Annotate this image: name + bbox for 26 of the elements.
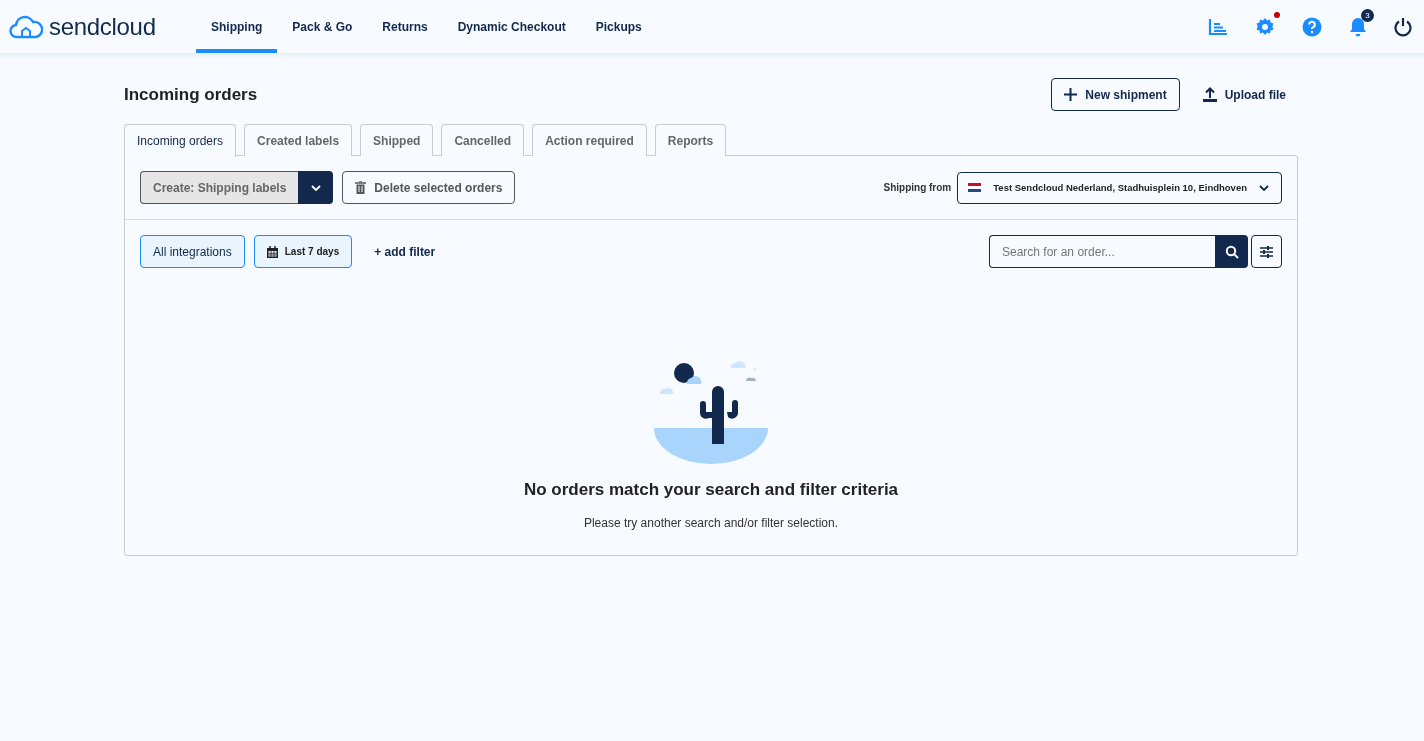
- tab[interactable]: Incoming orders: [124, 124, 237, 157]
- upload-file-button[interactable]: Upload file: [1201, 87, 1286, 102]
- date-range-filter[interactable]: Last 7 days: [253, 235, 353, 268]
- shipping-from-dropdown[interactable]: Test Sendcloud Nederland, Stadhuisplein 10, Eindhoven: [957, 171, 1282, 204]
- notification-count: 3: [1361, 8, 1374, 22]
- nav-item[interactable]: Dynamic Checkout: [442, 0, 581, 53]
- tab[interactable]: Reports: [654, 124, 727, 156]
- brand-name: sendcloud: [49, 12, 156, 41]
- shipping-from-label: Shipping from: [883, 182, 952, 193]
- nav-item[interactable]: Returns: [367, 0, 443, 53]
- page-title: Incoming orders: [124, 84, 258, 105]
- tab[interactable]: Cancelled: [441, 124, 525, 156]
- new-shipment-button[interactable]: New shipment: [1051, 78, 1180, 111]
- tab[interactable]: Action required: [532, 124, 647, 156]
- nav-item[interactable]: Shipping: [196, 0, 278, 53]
- integrations-filter[interactable]: All integrations: [140, 235, 245, 268]
- create-shipping-labels-button[interactable]: Create: Shipping labels: [140, 171, 299, 204]
- empty-state-title: No orders match your search and filter criteria: [523, 480, 899, 500]
- tab[interactable]: Created labels: [244, 124, 353, 156]
- nav-item[interactable]: Pickups: [580, 0, 657, 53]
- delete-selected-orders-button[interactable]: Delete selected orders: [342, 171, 516, 204]
- tab[interactable]: Shipped: [360, 124, 434, 156]
- search-field[interactable]: Search for an order...: [989, 235, 1215, 268]
- add-filter-button[interactable]: + add filter: [361, 244, 449, 259]
- empty-state-message: Please try another search and/or filter selection.: [583, 516, 839, 530]
- nav-item[interactable]: Pack & Go: [277, 0, 368, 53]
